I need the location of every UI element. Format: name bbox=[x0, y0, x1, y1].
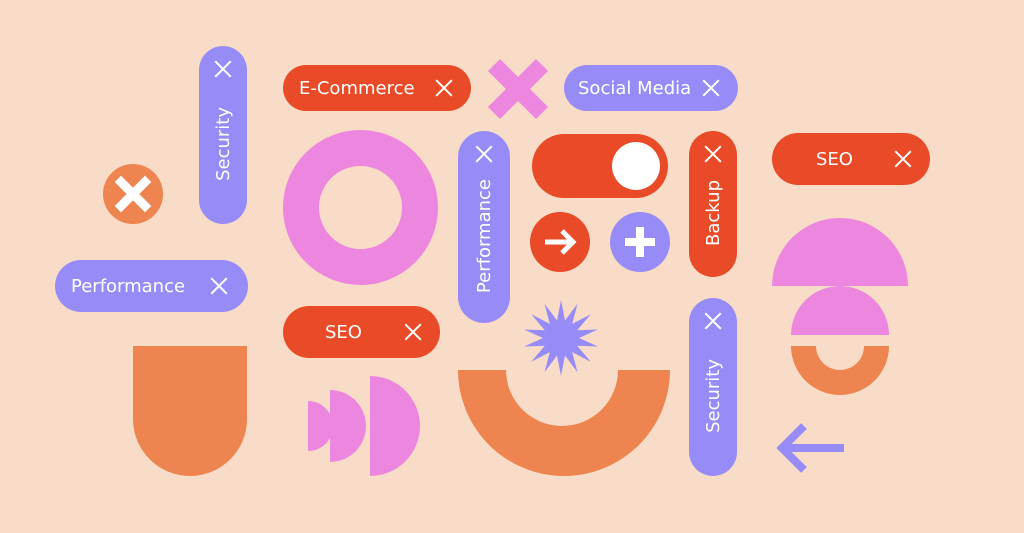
cross-icon bbox=[487, 58, 549, 120]
tag-label: SEO bbox=[325, 321, 362, 343]
star-shape bbox=[524, 300, 598, 376]
arrow-right-button[interactable] bbox=[530, 212, 590, 272]
close-circle-icon[interactable] bbox=[103, 164, 163, 224]
tag-label: Performance bbox=[71, 275, 186, 297]
tag-label: Security bbox=[702, 359, 724, 433]
tag-label: Backup bbox=[702, 180, 724, 246]
toggle-switch[interactable] bbox=[532, 134, 668, 198]
half-circle-large bbox=[370, 376, 420, 476]
tag-security-bottom[interactable]: Security bbox=[689, 298, 737, 476]
half-circle-medium bbox=[791, 286, 889, 335]
close-icon[interactable] bbox=[702, 79, 720, 97]
close-icon[interactable] bbox=[404, 323, 422, 341]
close-icon[interactable] bbox=[894, 150, 912, 168]
close-icon[interactable] bbox=[435, 79, 453, 97]
plus-button[interactable] bbox=[610, 212, 670, 272]
arrow-right-icon bbox=[545, 229, 577, 255]
close-icon[interactable] bbox=[214, 60, 232, 78]
tag-performance-left[interactable]: Performance bbox=[55, 260, 248, 312]
tag-label: Performance bbox=[473, 178, 495, 294]
u-shape bbox=[133, 346, 247, 476]
star-icon bbox=[524, 300, 598, 376]
half-circle-small bbox=[308, 401, 333, 451]
plus-icon bbox=[625, 227, 655, 257]
tag-security-top[interactable]: Security bbox=[199, 46, 247, 224]
half-circle-medium bbox=[330, 390, 366, 462]
tag-performance-vertical[interactable]: Performance bbox=[458, 131, 510, 323]
half-circle-large bbox=[772, 218, 908, 286]
arrow-left-icon bbox=[776, 423, 844, 473]
close-icon[interactable] bbox=[704, 145, 722, 163]
tag-label: E-Commerce bbox=[299, 77, 415, 99]
tag-label: Security bbox=[212, 107, 234, 181]
tag-ecommerce[interactable]: E-Commerce bbox=[283, 65, 471, 111]
half-circles-row bbox=[308, 376, 420, 476]
tag-label: Social Media bbox=[578, 77, 692, 99]
tag-seo-bottom[interactable]: SEO bbox=[283, 306, 440, 358]
close-icon[interactable] bbox=[210, 277, 228, 295]
ring-shape bbox=[283, 130, 438, 285]
tag-seo-right[interactable]: SEO bbox=[772, 133, 930, 185]
close-icon[interactable] bbox=[704, 312, 722, 330]
orange-arc bbox=[791, 346, 889, 395]
cross-glyph bbox=[114, 175, 152, 213]
toggle-knob bbox=[612, 142, 660, 190]
tag-label: SEO bbox=[816, 148, 853, 170]
orange-arch bbox=[458, 370, 670, 476]
tag-social-media[interactable]: Social Media bbox=[564, 65, 738, 111]
tag-backup[interactable]: Backup bbox=[689, 131, 737, 277]
half-circles-stack bbox=[772, 218, 908, 395]
close-icon[interactable] bbox=[475, 145, 493, 163]
